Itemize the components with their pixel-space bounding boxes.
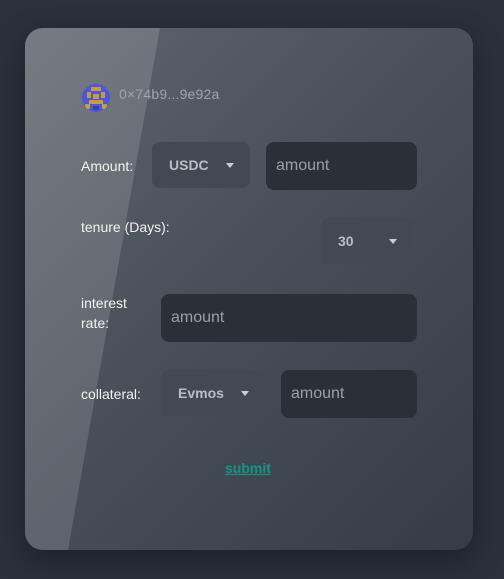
interest-rate-label: interest rate:: [81, 293, 127, 333]
tenure-value: 30: [338, 233, 354, 249]
identicon-icon: [82, 84, 110, 112]
wallet-avatar: [82, 84, 110, 112]
tenure-select[interactable]: 30: [321, 218, 413, 264]
amount-token-value: USDC: [169, 157, 209, 173]
wallet-address: 0×74b9...9e92a: [119, 86, 220, 102]
collateral-label: collateral:: [81, 386, 141, 402]
submit-button[interactable]: submit: [225, 460, 271, 476]
amount-label: Amount:: [81, 158, 134, 174]
amount-token-select[interactable]: USDC: [152, 142, 250, 188]
loan-form-card: 0×74b9...9e92a Amount: USDC tenure (Days…: [25, 28, 473, 550]
chevron-down-icon: [226, 162, 234, 168]
collateral-token-select[interactable]: Evmos: [161, 370, 265, 416]
chevron-down-icon: [241, 390, 249, 396]
chevron-down-icon: [389, 238, 397, 244]
interest-rate-input[interactable]: [161, 294, 417, 342]
collateral-token-value: Evmos: [178, 385, 224, 401]
amount-input[interactable]: [266, 142, 417, 190]
collateral-amount-input[interactable]: [281, 370, 417, 418]
interest-rate-label-line1: interest: [81, 295, 127, 311]
interest-rate-label-line2: rate:: [81, 315, 110, 331]
tenure-label: tenure (Days):: [81, 219, 170, 235]
